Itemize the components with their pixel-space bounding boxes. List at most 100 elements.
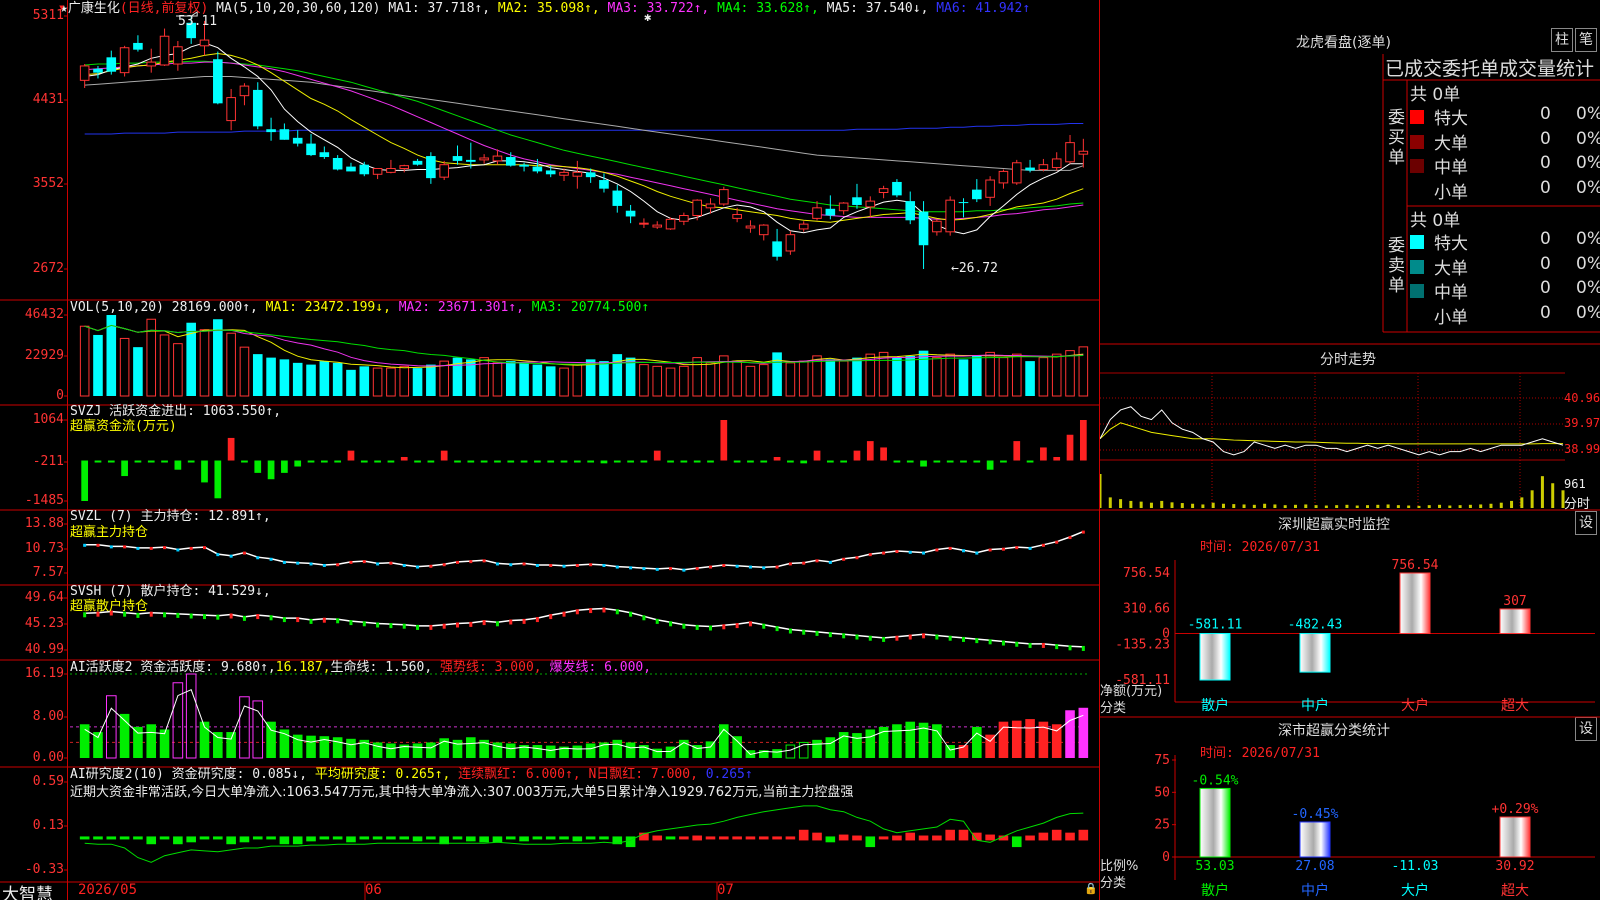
candle-body — [758, 224, 769, 236]
buy-row-name: 小单 — [1434, 182, 1468, 203]
retail-dot — [482, 620, 486, 626]
volume-bar — [932, 357, 942, 397]
fund-flow-bar — [267, 460, 275, 480]
volume-bar — [226, 332, 236, 397]
retail-dot — [416, 624, 420, 630]
position-dot — [149, 546, 153, 550]
retail-dot — [442, 623, 446, 629]
intraday-volume-bar — [1149, 502, 1153, 508]
sc-ratio-bar — [1299, 821, 1331, 858]
candle-body — [545, 170, 556, 175]
candle-body — [838, 202, 849, 212]
candle-body — [945, 199, 955, 233]
ma-label: MA(5,10,20,30,60,120) — [216, 1, 381, 16]
retail-dot — [309, 618, 313, 624]
ma30-line — [84, 60, 1084, 213]
stock-name[interactable]: ★广康生化 — [60, 1, 120, 16]
fund-flow-bar — [853, 450, 861, 461]
candle-body — [918, 211, 929, 246]
position-dot — [163, 546, 167, 550]
svsh-subtitle: 超赢散户持仓 — [70, 599, 149, 614]
retail-dot — [962, 636, 965, 642]
candle-body — [798, 223, 809, 230]
research-bar — [252, 836, 263, 840]
activity-bar — [1025, 719, 1035, 758]
candle-body — [173, 46, 183, 65]
intraday-volume-bar — [1540, 476, 1544, 508]
position-dot — [802, 561, 806, 565]
intraday-volume-bar — [1324, 505, 1328, 508]
activity-bar — [133, 726, 143, 758]
sz-axis-label: -581.11 — [1115, 673, 1170, 688]
candle-body — [625, 210, 636, 217]
volume-bar — [945, 353, 955, 397]
volume-bar — [559, 367, 569, 397]
position-dot — [868, 553, 872, 557]
lock-icon[interactable]: 🔒 — [1084, 882, 1098, 895]
retail-dot — [802, 629, 806, 635]
fund-flow-bar — [587, 460, 595, 463]
activity-bar — [452, 739, 463, 758]
position-dot — [402, 564, 406, 568]
position-dot — [389, 561, 393, 565]
intraday-volume-bar — [1396, 505, 1400, 508]
activity-bar — [945, 745, 955, 758]
retail-dot — [935, 634, 939, 640]
volume-bar — [386, 367, 396, 397]
candle-body — [612, 190, 623, 206]
research-bar — [559, 836, 569, 840]
fund-flow-bar — [1066, 434, 1074, 461]
position-dot — [589, 563, 593, 567]
fund-flow-bar — [294, 460, 302, 467]
activity-bar — [585, 743, 596, 758]
retail-dot — [575, 609, 579, 615]
sz-category-label: 大户 — [1401, 697, 1429, 714]
right-panel-canvas: 756.54 310.66 0 -135.23 -581.11 -581.11 散户 -482… — [1100, 54, 1600, 899]
intraday-volume-bar — [1304, 504, 1308, 508]
retail-dot — [1028, 642, 1032, 648]
sell-row-pct: 0% — [1576, 278, 1600, 298]
svzl-axis-label: 10.73 — [24, 541, 64, 556]
chart-canvas[interactable] — [0, 0, 1100, 900]
volume-bar — [545, 366, 556, 396]
retail-dot — [775, 626, 779, 632]
intraday-volume-bar — [1242, 504, 1246, 508]
research-bar — [878, 836, 889, 840]
volume-bar — [359, 366, 370, 396]
position-dot — [1081, 530, 1085, 534]
candle-body — [386, 168, 396, 173]
fund-flow-bar — [227, 437, 235, 461]
vol-axis-label: 0 — [56, 388, 64, 403]
candle-body — [812, 207, 822, 219]
vol-value: 28169.000↑, — [171, 300, 258, 315]
intraday-volume-bar — [1510, 500, 1514, 508]
fund-flow-bar — [826, 460, 834, 463]
candle-body — [319, 152, 330, 158]
research-bar — [812, 832, 822, 841]
candle-body — [426, 156, 436, 179]
fund-flow-bar — [467, 460, 475, 463]
research-bar — [119, 836, 130, 840]
research-bar — [159, 836, 170, 840]
position-dot — [882, 551, 886, 555]
svsh-axis-label: 45.23 — [24, 616, 64, 631]
position-dot — [775, 565, 779, 569]
sc-value-label: 53.03 — [1195, 859, 1234, 874]
activity-bar — [266, 721, 276, 758]
retail-dot — [1041, 642, 1045, 648]
sell-row-name: 特大 — [1434, 234, 1468, 254]
volume-bar — [133, 347, 143, 396]
vol-title: VOL(5,10,20) — [70, 300, 164, 315]
position-dot — [1041, 543, 1045, 547]
activity-bar — [1011, 720, 1022, 758]
candle-body — [519, 164, 529, 167]
volume-bar — [798, 360, 809, 397]
intraday-volume-bar — [1263, 503, 1267, 508]
fund-flow-bar — [347, 450, 355, 461]
fund-flow-bar — [733, 460, 741, 463]
retail-dot — [855, 634, 859, 640]
intraday-volume-bar — [1252, 504, 1256, 508]
volume-bar — [412, 368, 423, 396]
activity-bar — [772, 749, 782, 758]
volume-bar — [332, 362, 343, 396]
